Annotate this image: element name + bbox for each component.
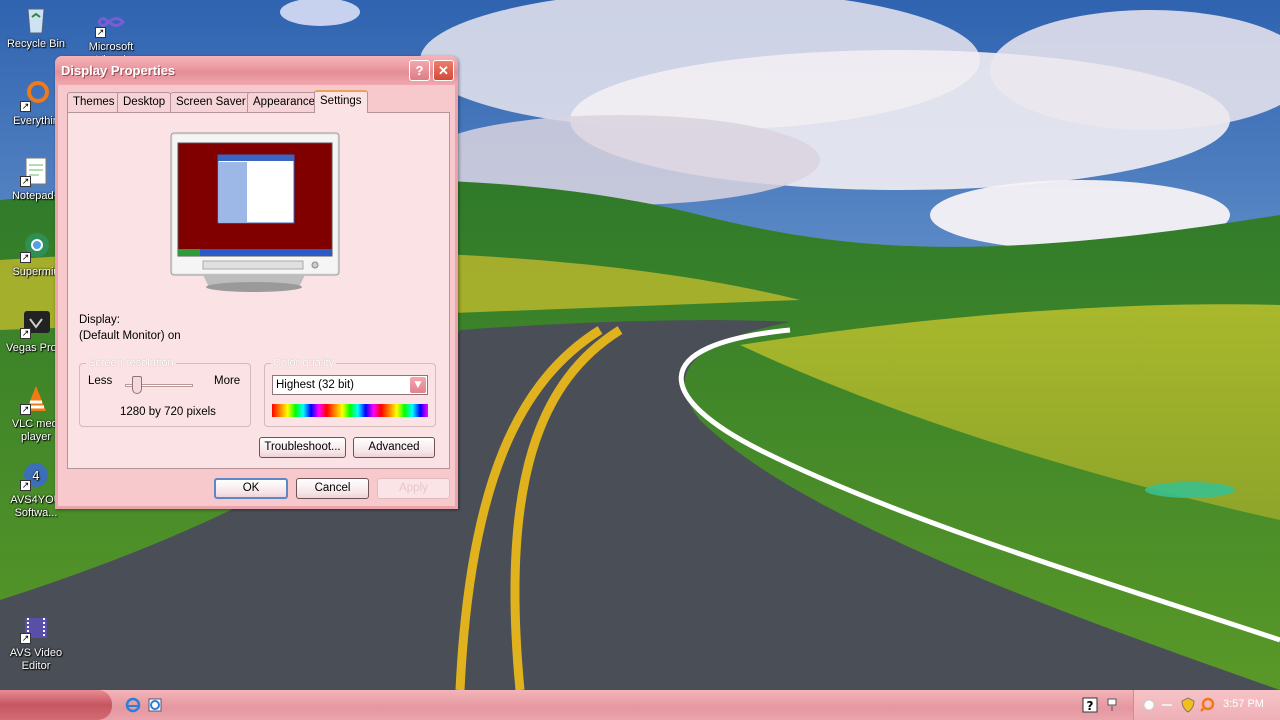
screen-resolution-legend: Screen resolution: [86, 357, 176, 369]
color-spectrum-bar: [272, 404, 428, 417]
svg-text:?: ?: [1087, 699, 1094, 713]
cancel-button[interactable]: Cancel: [296, 478, 369, 499]
desktop-icon-label: Everythin: [13, 115, 59, 127]
shortcut-arrow-icon: ↗: [20, 176, 31, 187]
window-title: Display Properties: [61, 63, 176, 78]
apply-button[interactable]: Apply: [377, 478, 450, 499]
start-button[interactable]: [0, 690, 112, 720]
notepad-plus-icon: ↗: [20, 155, 52, 187]
shortcut-arrow-icon: ↗: [20, 480, 31, 491]
everything-search-icon: ↗: [20, 80, 52, 112]
tab-settings[interactable]: Settings: [314, 90, 368, 113]
help-icon[interactable]: ?: [1082, 697, 1098, 713]
tab-appearance[interactable]: Appearance: [247, 92, 322, 112]
resolution-slider-thumb[interactable]: [132, 376, 143, 394]
chevron-down-icon[interactable]: ▼: [410, 377, 426, 393]
svg-text:4: 4: [32, 469, 40, 483]
desktop-icon-label: AVS4YOU Softwa...: [10, 494, 62, 519]
resolution-value: 1280 by 720 pixels: [120, 406, 216, 418]
supermium-browser-icon: ↗: [20, 231, 52, 263]
ok-button[interactable]: OK: [214, 478, 288, 499]
network-icon[interactable]: [1104, 697, 1120, 713]
color-quality-group: Color quality: [264, 357, 436, 427]
avs4you-icon: 4 ↗: [20, 459, 52, 491]
desktop-icon-label: Notepad+: [11, 190, 60, 202]
internet-explorer-icon[interactable]: [125, 697, 141, 713]
visual-studio-icon: ↗: [95, 6, 127, 38]
monitor-preview: [170, 132, 340, 292]
less-label: Less: [88, 375, 113, 387]
shield-icon[interactable]: [1180, 697, 1196, 713]
tab-themes[interactable]: Themes: [67, 92, 121, 112]
color-quality-value: Highest (32 bit): [276, 379, 354, 391]
screen-resolution-group: Screen resolution Less More 1280 by 720 …: [79, 357, 251, 427]
desktop-icon-label: VLC medi player: [11, 418, 61, 443]
search-icon[interactable]: [1199, 697, 1215, 713]
ie-shortcut-icon[interactable]: [147, 697, 163, 713]
avs-video-editor-icon: ↗: [20, 612, 52, 644]
color-quality-select[interactable]: Highest (32 bit) ▼: [272, 375, 428, 395]
tab-desktop[interactable]: Desktop: [117, 92, 172, 112]
more-label: More: [214, 375, 241, 387]
color-quality-legend: Color quality: [271, 357, 337, 369]
window-titlebar[interactable]: Display Properties ? ✕: [55, 56, 458, 85]
shortcut-arrow-icon: ↗: [20, 404, 31, 415]
desktop-icon-recycle-bin[interactable]: Recycle Bin: [0, 3, 74, 51]
tab-screen-saver[interactable]: Screen Saver: [170, 92, 252, 112]
vegas-pro-icon: ↗: [20, 307, 52, 339]
shortcut-arrow-icon: ↗: [20, 101, 31, 112]
shortcut-arrow-icon: ↗: [20, 633, 31, 644]
desktop-icon-label: Recycle Bin: [6, 38, 66, 50]
troubleshoot-button[interactable]: Troubleshoot...: [259, 437, 346, 458]
taskbar-clock[interactable]: 3:57 PM: [1223, 698, 1264, 710]
close-button[interactable]: ✕: [433, 60, 454, 81]
speaker-icon[interactable]: [1141, 697, 1157, 713]
shortcut-arrow-icon: ↗: [95, 27, 106, 38]
display-label: Display:: [79, 314, 120, 326]
recycle-bin-icon: [20, 3, 52, 35]
advanced-button[interactable]: Advanced: [353, 437, 435, 458]
desktop-icon-label: AVS Video Editor: [9, 647, 63, 672]
taskbar: ? 3:57 PM: [0, 690, 1280, 720]
desktop-icon-label: Supermiu: [12, 266, 60, 278]
display-properties-window: Display Properties ? ✕ Themes Desktop Sc…: [55, 56, 458, 509]
vlc-icon: ↗: [20, 383, 52, 415]
sound-icon[interactable]: [1160, 697, 1176, 713]
desktop-icon-avs-video-editor[interactable]: ↗ AVS Video Editor: [0, 612, 74, 673]
shortcut-arrow-icon: ↗: [20, 252, 31, 263]
help-button[interactable]: ?: [409, 60, 430, 81]
shortcut-arrow-icon: ↗: [20, 328, 31, 339]
display-value: (Default Monitor) on: [79, 330, 181, 342]
